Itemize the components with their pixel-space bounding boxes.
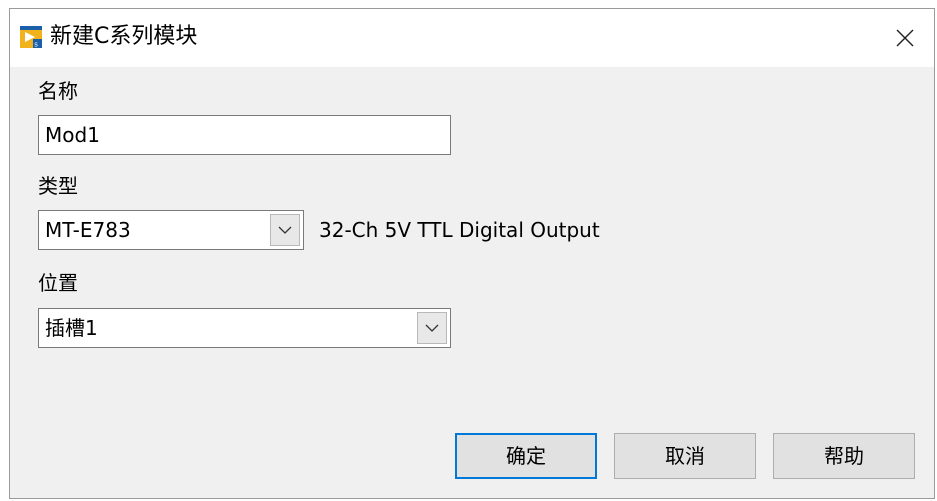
location-dropdown-button[interactable] (417, 312, 447, 344)
type-label: 类型 (38, 174, 78, 198)
title-bar: s 新建C系列模块 (10, 9, 934, 67)
type-select-value: MT-E783 (45, 218, 131, 242)
help-button[interactable]: 帮助 (773, 433, 915, 479)
type-description: 32-Ch 5V TTL Digital Output (319, 218, 600, 242)
close-button[interactable] (876, 9, 934, 67)
name-label: 名称 (38, 79, 78, 103)
dialog-title: 新建C系列模块 (50, 24, 198, 49)
type-dropdown-button[interactable] (270, 214, 300, 246)
type-select[interactable]: MT-E783 (38, 210, 304, 250)
location-select[interactable]: 插槽1 (38, 308, 451, 348)
cancel-button[interactable]: 取消 (614, 433, 756, 479)
svg-text:s: s (34, 41, 38, 49)
chevron-down-icon (278, 226, 292, 234)
new-c-series-module-dialog: s 新建C系列模块 名称 Mod1 类型 MT-E783 32-Ch 5V TT… (9, 8, 935, 499)
labview-project-icon: s (20, 26, 42, 48)
chevron-down-icon (425, 324, 439, 332)
name-input[interactable]: Mod1 (38, 115, 451, 155)
ok-button[interactable]: 确定 (455, 433, 597, 479)
close-icon (896, 29, 914, 47)
location-label: 位置 (38, 271, 78, 295)
location-select-value: 插槽1 (45, 316, 98, 340)
